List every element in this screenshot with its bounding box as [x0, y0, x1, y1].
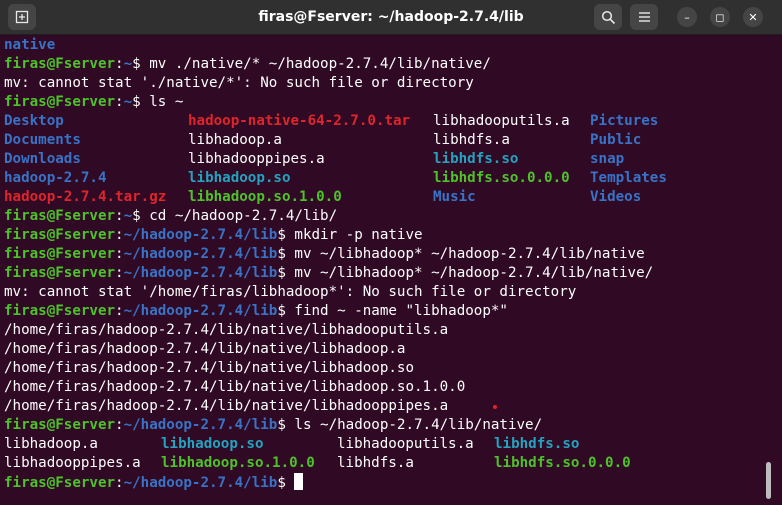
ls-output-row: hadoop-2.7.4 libhadoop.so libhdfs.so.0.0… [4, 169, 764, 188]
list-item: libhadoop.so.1.0.0 [161, 455, 315, 471]
command-text: mv ./native/* ~/hadoop-2.7.4/lib/native/ [140, 56, 491, 72]
command-line: firas@Fserver:~/hadoop-2.7.4/lib$ find ~… [4, 303, 508, 319]
prompt-user: firas@Fserver [4, 56, 116, 72]
command-text: cd ~/hadoop-2.7.4/lib/ [140, 208, 338, 224]
command-line: firas@Fserver:~/hadoop-2.7.4/lib$ ls ~/h… [4, 417, 543, 433]
terminal-output[interactable]: native firas@Fserver:~$ mv ./native/* ~/… [4, 36, 764, 504]
command-line: firas@Fserver:~/hadoop-2.7.4/lib$ mkdir … [4, 227, 423, 243]
ls-output-row: libhadoop.a libhadoop.so libhadooputils.… [4, 435, 764, 454]
maximize-icon: ◻ [715, 10, 725, 24]
command-text: mv ~/libhadoop* ~/hadoop-2.7.4/lib/nativ… [285, 246, 645, 262]
command-line: firas@Fserver:~/hadoop-2.7.4/lib$ mv ~/l… [4, 246, 645, 262]
prompt-path: ~/hadoop-2.7.4/lib [123, 227, 278, 243]
output-line: /home/firas/hadoop-2.7.4/lib/native/libh… [4, 341, 406, 357]
output-line: native [4, 37, 56, 53]
command-line: firas@Fserver:~$ mv ./native/* ~/hadoop-… [4, 56, 491, 72]
minimize-button[interactable]: – [677, 7, 697, 27]
command-text: mkdir -p native [285, 227, 423, 243]
prompt-path: ~/hadoop-2.7.4/lib [123, 417, 278, 433]
search-icon [601, 10, 615, 24]
list-item: Documents [4, 132, 81, 148]
list-item: libhadoop.so [188, 170, 291, 186]
list-item: Desktop [4, 113, 64, 129]
current-prompt-line[interactable]: firas@Fserver:~/hadoop-2.7.4/lib$ [4, 473, 304, 492]
prompt-path: ~/hadoop-2.7.4/lib [123, 303, 278, 319]
ls-output-row: libhadooppipes.a libhadoop.so.1.0.0 libh… [4, 454, 764, 473]
close-button[interactable]: ✕ [743, 7, 763, 27]
list-item: Downloads [4, 151, 81, 167]
command-text: ls ~/hadoop-2.7.4/lib/native/ [285, 417, 543, 433]
window-title: firas@Fserver: ~/hadoop-2.7.4/lib [258, 9, 524, 25]
terminal-window: firas@Fserver: ~/hadoop-2.7.4/lib – ◻ ✕ … [0, 0, 782, 505]
prompt-user: firas@Fserver [4, 303, 116, 319]
title-bar: firas@Fserver: ~/hadoop-2.7.4/lib – ◻ ✕ [0, 0, 782, 35]
list-item: Public [590, 132, 642, 148]
list-item: libhdfs.so.0.0.0 [433, 170, 570, 186]
list-item: Videos [590, 189, 642, 205]
prompt-user: firas@Fserver [4, 246, 116, 262]
list-item: libhdfs.a [337, 455, 414, 471]
list-item: libhadooputils.a [337, 436, 474, 452]
ls-output-row: Desktop hadoop-native-64-2.7.0.tar libha… [4, 112, 764, 131]
error-line: mv: cannot stat './native/*': No such fi… [4, 75, 474, 91]
prompt-user: firas@Fserver [4, 227, 116, 243]
command-line: firas@Fserver:~$ ls ~ [4, 94, 184, 110]
prompt-user: firas@Fserver [4, 208, 116, 224]
hamburger-menu-icon [638, 12, 650, 22]
prompt-user: firas@Fserver [4, 265, 116, 281]
error-line: mv: cannot stat '/home/firas/libhadoop*'… [4, 284, 577, 300]
prompt-path: ~/hadoop-2.7.4/lib [123, 475, 278, 491]
maximize-button[interactable]: ◻ [710, 7, 730, 27]
minimize-icon: – [684, 10, 690, 24]
list-item: libhdfs.so [494, 436, 580, 452]
output-line: /home/firas/hadoop-2.7.4/lib/native/libh… [4, 398, 449, 414]
prompt-path: ~ [123, 56, 133, 72]
output-line: /home/firas/hadoop-2.7.4/lib/native/libh… [4, 379, 466, 395]
list-item: hadoop-native-64-2.7.0.tar [188, 113, 411, 129]
list-item: hadoop-2.7.4 [4, 170, 107, 186]
list-item: libhdfs.a [433, 132, 510, 148]
list-item: libhadoop.a [188, 132, 282, 148]
list-item: Pictures [590, 113, 659, 129]
command-text: ls ~ [140, 94, 184, 110]
prompt-path: ~ [123, 208, 133, 224]
prompt-path: ~/hadoop-2.7.4/lib [123, 246, 278, 262]
stray-pixel-mark [493, 405, 497, 409]
search-button[interactable] [594, 4, 622, 30]
prompt-path: ~ [123, 94, 133, 110]
ls-output-row: Downloads libhadooppipes.a libhdfs.so sn… [4, 150, 764, 169]
text-cursor[interactable] [294, 473, 304, 490]
command-text: mv ~/libhadoop* ~/hadoop-2.7.4/lib/nativ… [285, 265, 654, 281]
list-item: libhadoop.a [4, 436, 98, 452]
list-item: libhadoop.so [161, 436, 264, 452]
list-item: libhadooppipes.a [188, 151, 325, 167]
prompt-user: firas@Fserver [4, 475, 116, 491]
list-item: Music [433, 189, 476, 205]
list-item: snap [590, 151, 625, 167]
prompt-user: firas@Fserver [4, 417, 116, 433]
prompt-user: firas@Fserver [4, 94, 116, 110]
list-item: libhadooppipes.a [4, 455, 141, 471]
output-line: /home/firas/hadoop-2.7.4/lib/native/libh… [4, 360, 414, 376]
command-text: find ~ -name "libhadoop*" [285, 303, 508, 319]
scrollbar-thumb[interactable] [766, 462, 771, 499]
list-item: hadoop-2.7.4.tar.gz [4, 189, 167, 205]
close-icon: ✕ [748, 10, 758, 24]
ls-output-row: Documents libhadoop.a libhdfs.a Public [4, 131, 764, 150]
list-item: libhdfs.so [433, 151, 519, 167]
command-line: firas@Fserver:~/hadoop-2.7.4/lib$ mv ~/l… [4, 265, 654, 281]
list-item: libhadoop.so.1.0.0 [188, 189, 342, 205]
command-line: firas@Fserver:~$ cd ~/hadoop-2.7.4/lib/ [4, 208, 338, 224]
prompt-path: ~/hadoop-2.7.4/lib [123, 265, 278, 281]
menu-button[interactable] [630, 4, 658, 30]
output-line: /home/firas/hadoop-2.7.4/lib/native/libh… [4, 322, 449, 338]
list-item: libhdfs.so.0.0.0 [494, 455, 631, 471]
ls-output-row: hadoop-2.7.4.tar.gz libhadoop.so.1.0.0 M… [4, 188, 764, 207]
list-item: libhadooputils.a [433, 113, 570, 129]
list-item: Templates [590, 170, 667, 186]
